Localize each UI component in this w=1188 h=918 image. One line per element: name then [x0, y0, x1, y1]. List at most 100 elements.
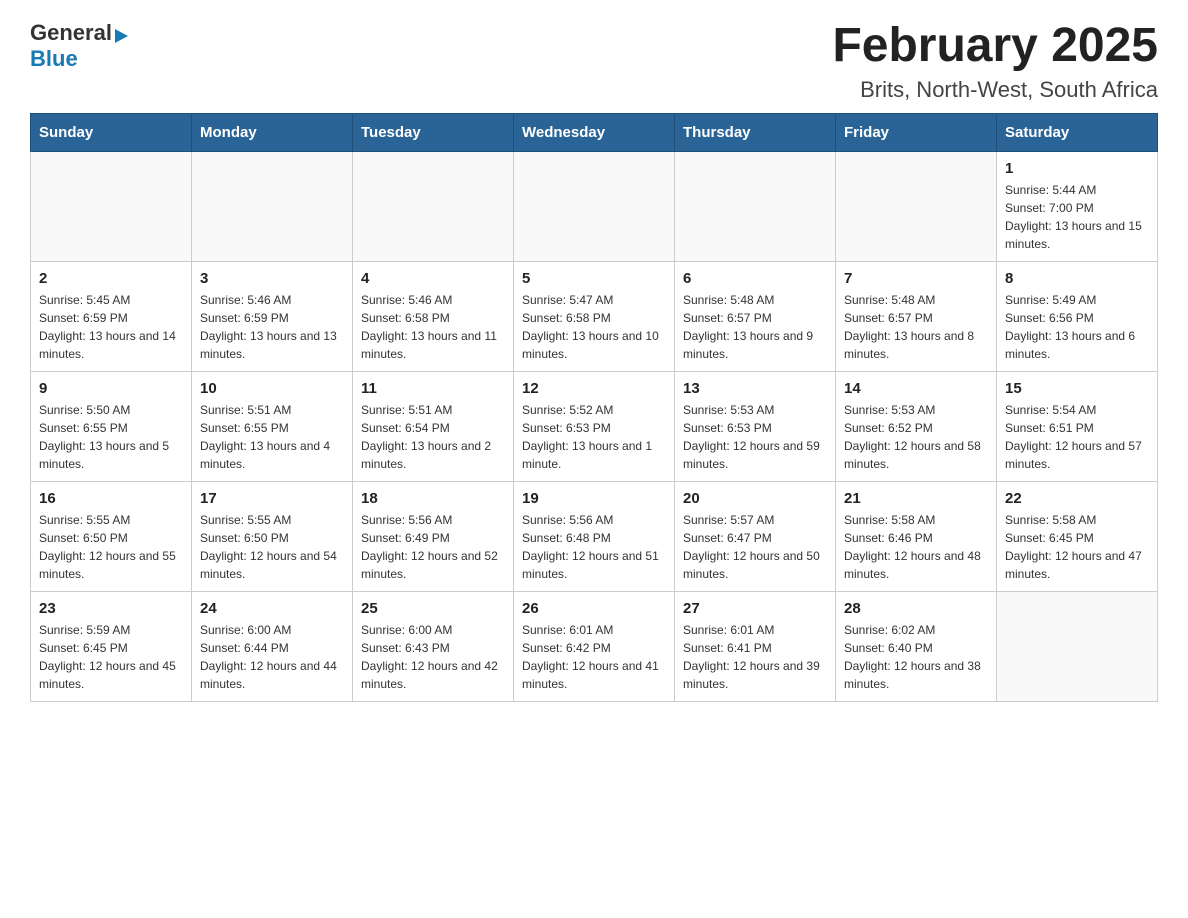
calendar-table: SundayMondayTuesdayWednesdayThursdayFrid…: [30, 113, 1158, 702]
calendar-day-cell: 8 Sunrise: 5:49 AM Sunset: 6:56 PM Daylig…: [997, 261, 1158, 371]
day-info: Sunrise: 5:58 AM Sunset: 6:45 PM Dayligh…: [1005, 511, 1149, 583]
day-info: Sunrise: 5:56 AM Sunset: 6:48 PM Dayligh…: [522, 511, 666, 583]
calendar-day-cell: 24 Sunrise: 6:00 AM Sunset: 6:44 PM Dayli…: [192, 591, 353, 701]
day-number: 24: [200, 600, 344, 617]
calendar-day-cell: [514, 151, 675, 261]
weekday-header-row: SundayMondayTuesdayWednesdayThursdayFrid…: [31, 113, 1158, 151]
calendar-day-cell: 4 Sunrise: 5:46 AM Sunset: 6:58 PM Daylig…: [353, 261, 514, 371]
calendar-day-cell: [192, 151, 353, 261]
calendar-day-cell: 22 Sunrise: 5:58 AM Sunset: 6:45 PM Dayli…: [997, 481, 1158, 591]
day-number: 21: [844, 490, 988, 507]
weekday-header-sunday: Sunday: [31, 113, 192, 151]
day-info: Sunrise: 5:57 AM Sunset: 6:47 PM Dayligh…: [683, 511, 827, 583]
calendar-day-cell: 23Sunrise: 5:59 AM Sunset: 6:45 PM Dayli…: [31, 591, 192, 701]
day-info: Sunrise: 6:00 AM Sunset: 6:44 PM Dayligh…: [200, 621, 344, 693]
weekday-header-thursday: Thursday: [675, 113, 836, 151]
day-number: 8: [1005, 270, 1149, 287]
day-info: Sunrise: 5:55 AM Sunset: 6:50 PM Dayligh…: [39, 511, 183, 583]
day-number: 10: [200, 380, 344, 397]
logo-triangle-icon: [115, 29, 128, 43]
calendar-day-cell: [31, 151, 192, 261]
logo-general-label: General: [30, 20, 112, 45]
day-number: 2: [39, 270, 183, 287]
calendar-day-cell: 2 Sunrise: 5:45 AM Sunset: 6:59 PM Daylig…: [31, 261, 192, 371]
calendar-day-cell: 17Sunrise: 5:55 AM Sunset: 6:50 PM Dayli…: [192, 481, 353, 591]
day-number: 12: [522, 380, 666, 397]
calendar-week-row: 23Sunrise: 5:59 AM Sunset: 6:45 PM Dayli…: [31, 591, 1158, 701]
calendar-week-row: 1Sunrise: 5:44 AM Sunset: 7:00 PM Daylig…: [31, 151, 1158, 261]
day-number: 18: [361, 490, 505, 507]
day-number: 20: [683, 490, 827, 507]
calendar-body: 1Sunrise: 5:44 AM Sunset: 7:00 PM Daylig…: [31, 151, 1158, 701]
calendar-day-cell: 20 Sunrise: 5:57 AM Sunset: 6:47 PM Dayli…: [675, 481, 836, 591]
day-info: Sunrise: 5:58 AM Sunset: 6:46 PM Dayligh…: [844, 511, 988, 583]
day-number: 17: [200, 490, 344, 507]
weekday-header-wednesday: Wednesday: [514, 113, 675, 151]
day-info: Sunrise: 5:53 AM Sunset: 6:52 PM Dayligh…: [844, 401, 988, 473]
calendar-day-cell: 26Sunrise: 6:01 AM Sunset: 6:42 PM Dayli…: [514, 591, 675, 701]
day-info: Sunrise: 5:51 AM Sunset: 6:55 PM Dayligh…: [200, 401, 344, 473]
day-info: Sunrise: 5:56 AM Sunset: 6:49 PM Dayligh…: [361, 511, 505, 583]
day-number: 27: [683, 600, 827, 617]
weekday-header-monday: Monday: [192, 113, 353, 151]
weekday-header-friday: Friday: [836, 113, 997, 151]
day-number: 1: [1005, 160, 1149, 177]
day-number: 16: [39, 490, 183, 507]
calendar-day-cell: 27Sunrise: 6:01 AM Sunset: 6:41 PM Dayli…: [675, 591, 836, 701]
calendar-day-cell: [997, 591, 1158, 701]
calendar-day-cell: 15 Sunrise: 5:54 AM Sunset: 6:51 PM Dayli…: [997, 371, 1158, 481]
day-number: 5: [522, 270, 666, 287]
day-info: Sunrise: 6:00 AM Sunset: 6:43 PM Dayligh…: [361, 621, 505, 693]
calendar-day-cell: [353, 151, 514, 261]
calendar-day-cell: 19Sunrise: 5:56 AM Sunset: 6:48 PM Dayli…: [514, 481, 675, 591]
weekday-header-saturday: Saturday: [997, 113, 1158, 151]
day-info: Sunrise: 5:54 AM Sunset: 6:51 PM Dayligh…: [1005, 401, 1149, 473]
day-info: Sunrise: 5:46 AM Sunset: 6:59 PM Dayligh…: [200, 291, 344, 363]
calendar-day-cell: 28 Sunrise: 6:02 AM Sunset: 6:40 PM Dayli…: [836, 591, 997, 701]
day-info: Sunrise: 5:45 AM Sunset: 6:59 PM Dayligh…: [39, 291, 183, 363]
logo-blue-label: Blue: [30, 46, 78, 72]
calendar-week-row: 9 Sunrise: 5:50 AM Sunset: 6:55 PM Daylig…: [31, 371, 1158, 481]
day-info: Sunrise: 5:49 AM Sunset: 6:56 PM Dayligh…: [1005, 291, 1149, 363]
day-info: Sunrise: 5:51 AM Sunset: 6:54 PM Dayligh…: [361, 401, 505, 473]
day-number: 13: [683, 380, 827, 397]
day-info: Sunrise: 6:02 AM Sunset: 6:40 PM Dayligh…: [844, 621, 988, 693]
calendar-day-cell: 21 Sunrise: 5:58 AM Sunset: 6:46 PM Dayli…: [836, 481, 997, 591]
day-info: Sunrise: 6:01 AM Sunset: 6:42 PM Dayligh…: [522, 621, 666, 693]
calendar-day-cell: 5 Sunrise: 5:47 AM Sunset: 6:58 PM Daylig…: [514, 261, 675, 371]
logo-general-text: General: [30, 20, 128, 46]
day-number: 28: [844, 600, 988, 617]
day-number: 15: [1005, 380, 1149, 397]
calendar-header: SundayMondayTuesdayWednesdayThursdayFrid…: [31, 113, 1158, 151]
calendar-day-cell: 18 Sunrise: 5:56 AM Sunset: 6:49 PM Dayli…: [353, 481, 514, 591]
day-number: 7: [844, 270, 988, 287]
calendar-day-cell: 11 Sunrise: 5:51 AM Sunset: 6:54 PM Dayli…: [353, 371, 514, 481]
main-title: February 2025: [832, 20, 1158, 73]
title-area: February 2025 Brits, North-West, South A…: [832, 20, 1158, 103]
day-info: Sunrise: 5:53 AM Sunset: 6:53 PM Dayligh…: [683, 401, 827, 473]
day-number: 3: [200, 270, 344, 287]
day-number: 4: [361, 270, 505, 287]
subtitle: Brits, North-West, South Africa: [832, 77, 1158, 103]
calendar-day-cell: 6 Sunrise: 5:48 AM Sunset: 6:57 PM Daylig…: [675, 261, 836, 371]
page-header: General Blue February 2025 Brits, North-…: [30, 20, 1158, 103]
day-number: 22: [1005, 490, 1149, 507]
day-info: Sunrise: 5:50 AM Sunset: 6:55 PM Dayligh…: [39, 401, 183, 473]
day-info: Sunrise: 5:52 AM Sunset: 6:53 PM Dayligh…: [522, 401, 666, 473]
day-number: 9: [39, 380, 183, 397]
day-info: Sunrise: 5:48 AM Sunset: 6:57 PM Dayligh…: [683, 291, 827, 363]
day-info: Sunrise: 5:47 AM Sunset: 6:58 PM Dayligh…: [522, 291, 666, 363]
calendar-day-cell: 1Sunrise: 5:44 AM Sunset: 7:00 PM Daylig…: [997, 151, 1158, 261]
weekday-header-tuesday: Tuesday: [353, 113, 514, 151]
day-info: Sunrise: 5:48 AM Sunset: 6:57 PM Dayligh…: [844, 291, 988, 363]
calendar-day-cell: 10 Sunrise: 5:51 AM Sunset: 6:55 PM Dayli…: [192, 371, 353, 481]
calendar-week-row: 16 Sunrise: 5:55 AM Sunset: 6:50 PM Dayli…: [31, 481, 1158, 591]
calendar-day-cell: 3 Sunrise: 5:46 AM Sunset: 6:59 PM Daylig…: [192, 261, 353, 371]
day-number: 25: [361, 600, 505, 617]
calendar-day-cell: 25 Sunrise: 6:00 AM Sunset: 6:43 PM Dayli…: [353, 591, 514, 701]
day-number: 11: [361, 380, 505, 397]
day-number: 6: [683, 270, 827, 287]
day-info: Sunrise: 5:46 AM Sunset: 6:58 PM Dayligh…: [361, 291, 505, 363]
day-number: 14: [844, 380, 988, 397]
calendar-day-cell: 12 Sunrise: 5:52 AM Sunset: 6:53 PM Dayli…: [514, 371, 675, 481]
